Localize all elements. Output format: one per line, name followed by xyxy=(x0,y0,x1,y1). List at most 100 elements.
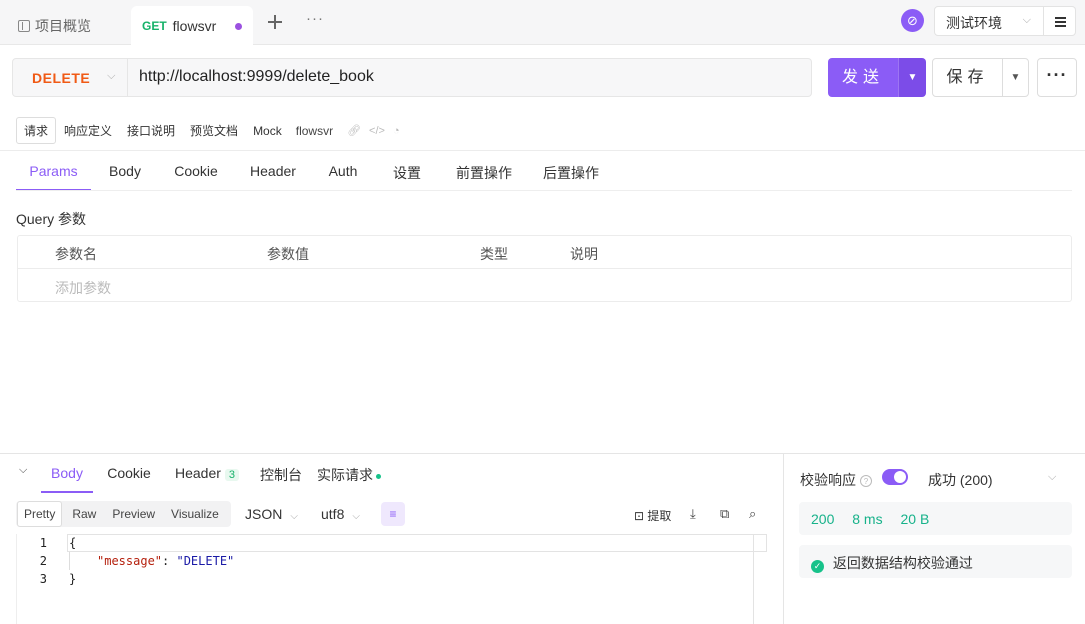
subtab-preview-doc[interactable]: 预览文档 xyxy=(183,118,245,143)
code-text: "message": "DELETE" xyxy=(97,554,235,568)
code-line: 1 { xyxy=(17,536,766,554)
method-label: DELETE xyxy=(32,70,91,86)
tab-params[interactable]: Params xyxy=(16,152,91,191)
col-type: 类型 xyxy=(480,246,508,262)
send-dropdown-icon[interactable]: ▼ xyxy=(898,58,926,97)
tab-flowsvr[interactable]: GET flowsvr xyxy=(131,6,253,46)
tab-cookie[interactable]: Cookie xyxy=(159,152,233,191)
tab-project-overview[interactable]: 项目概览 xyxy=(18,16,91,36)
response-size: 20 B xyxy=(900,511,930,527)
chevron-down-icon: ⌵ xyxy=(107,70,116,82)
subtab-response-definition[interactable]: 响应定义 xyxy=(57,118,119,143)
response-tab-header[interactable]: Header 3 xyxy=(165,454,249,493)
response-tab-body[interactable]: Body xyxy=(41,454,93,493)
format-preview[interactable]: Preview xyxy=(106,502,161,526)
response-type-select[interactable]: JSON ⌵ xyxy=(245,506,298,522)
more-tabs-icon[interactable]: ··· xyxy=(306,10,324,27)
subtab-mock[interactable]: Mock xyxy=(246,120,289,142)
col-param-value: 参数值 xyxy=(267,246,309,262)
encoding-label: utf8 xyxy=(321,506,345,522)
search-icon[interactable]: ⌕ xyxy=(749,506,756,522)
history-icon[interactable]: ◔ xyxy=(393,125,400,137)
code-text: { xyxy=(69,536,77,550)
format-segmented: Pretty Raw Preview Visualize xyxy=(16,501,231,527)
chevron-down-icon: ⌵ xyxy=(290,511,298,522)
line-number: 2 xyxy=(39,554,47,568)
add-tab-icon[interactable] xyxy=(265,12,285,32)
tab-overview-label: 项目概览 xyxy=(35,18,91,34)
subtab-request[interactable]: 请求 xyxy=(16,117,57,144)
copy-icon[interactable]: ⧉ xyxy=(720,506,729,522)
add-param-input[interactable]: 添加参数 xyxy=(55,278,111,298)
divider xyxy=(783,454,784,624)
params-tabs: Params Body Cookie Header Auth 设置 前置操作 后… xyxy=(16,152,615,191)
save-button[interactable]: 保存 xyxy=(932,58,1003,97)
environment-select[interactable]: 测试环境 ⌵ xyxy=(934,6,1044,36)
line-number: 1 xyxy=(39,536,47,550)
validation-result-text: 返回数据结构校验通过 xyxy=(832,555,973,571)
response-type-label: JSON xyxy=(245,506,283,522)
help-icon[interactable]: ? xyxy=(860,475,872,488)
chevron-down-icon[interactable]: ⌵ xyxy=(1048,471,1056,484)
response-tab-actual-request[interactable]: 实际请求 xyxy=(313,454,385,493)
tab-header[interactable]: Header xyxy=(233,152,313,191)
divider xyxy=(16,190,1072,191)
format-pretty[interactable]: Pretty xyxy=(17,501,63,527)
validate-response-label: 校验响应? xyxy=(800,470,872,490)
json-value: "DELETE" xyxy=(176,554,235,568)
validate-response-text: 校验响应 xyxy=(800,472,856,488)
divider xyxy=(0,150,1085,151)
response-metrics: 200 8 ms 20 B xyxy=(799,502,1072,535)
tab-method: GET xyxy=(142,19,167,33)
code-icon[interactable]: </> xyxy=(369,125,385,137)
response-code-editor[interactable]: 1 { 2 "message": "DELETE" 3 } xyxy=(16,534,767,624)
more-actions-icon[interactable]: ··· xyxy=(1037,58,1077,97)
extract-label: 提取 xyxy=(647,509,672,523)
send-button[interactable]: 发送 xyxy=(828,58,898,97)
tab-body[interactable]: Body xyxy=(91,152,159,191)
link-icon[interactable]: 🔗︎ xyxy=(347,124,361,137)
response-time: 8 ms xyxy=(852,511,883,527)
encoding-select[interactable]: utf8 ⌵ xyxy=(321,506,360,522)
status-dot-icon xyxy=(376,473,381,479)
code-text: } xyxy=(69,572,77,586)
check-circle-icon: ✓ xyxy=(811,560,824,573)
header-count-badge: 3 xyxy=(224,469,240,481)
chevron-down-icon: ⌵ xyxy=(352,511,360,522)
response-tab-console[interactable]: 控制台 xyxy=(249,454,313,493)
method-select[interactable]: DELETE ⌵ xyxy=(13,59,128,96)
tab-post-actions[interactable]: 后置操作 xyxy=(527,152,615,191)
params-table-header: 参数名 参数值 类型 说明 xyxy=(18,236,1071,269)
code-line: 2 "message": "DELETE" xyxy=(17,554,766,572)
extract-button[interactable]: ⊡ 提取 xyxy=(634,507,671,524)
response-tabs: Body Cookie Header 3 控制台 实际请求 xyxy=(41,454,385,493)
wrap-lines-icon[interactable]: ≡ xyxy=(381,502,405,526)
tab-name: flowsvr xyxy=(172,18,217,34)
col-description: 说明 xyxy=(570,246,598,262)
environment-icon[interactable]: ⊘ xyxy=(901,9,924,32)
unsaved-dot-icon xyxy=(235,23,242,30)
tab-auth[interactable]: Auth xyxy=(313,152,373,191)
tab-pre-actions[interactable]: 前置操作 xyxy=(441,152,527,191)
line-number: 3 xyxy=(39,572,47,586)
chevron-down-icon: ⌵ xyxy=(1022,14,1031,26)
col-param-name: 参数名 xyxy=(55,246,97,262)
url-bar: DELETE ⌵ http://localhost:9999/delete_bo… xyxy=(12,58,812,97)
validate-toggle[interactable] xyxy=(882,469,908,485)
validation-status: 成功 (200) xyxy=(928,472,993,488)
format-raw[interactable]: Raw xyxy=(66,502,102,526)
download-icon[interactable]: ⤓ xyxy=(690,506,696,522)
api-name[interactable]: flowsvr xyxy=(290,120,339,142)
menu-icon[interactable] xyxy=(1044,6,1076,36)
response-tab-cookie[interactable]: Cookie xyxy=(93,454,165,493)
status-code: 200 xyxy=(811,511,835,527)
collapse-chevron-icon[interactable]: ⌵ xyxy=(19,464,27,477)
url-input[interactable]: http://localhost:9999/delete_book xyxy=(139,68,799,86)
subtab-api-description[interactable]: 接口说明 xyxy=(120,118,182,143)
response-tab-header-label: Header xyxy=(174,465,221,481)
query-params-label: Query 参数 xyxy=(16,211,87,227)
request-subtabs: 请求 响应定义 接口说明 预览文档 Mock flowsvr 🔗︎ </> ◔ xyxy=(16,117,400,144)
format-visualize[interactable]: Visualize xyxy=(165,502,225,526)
save-dropdown-icon[interactable]: ▼ xyxy=(1002,58,1029,97)
tab-settings[interactable]: 设置 xyxy=(373,152,441,191)
